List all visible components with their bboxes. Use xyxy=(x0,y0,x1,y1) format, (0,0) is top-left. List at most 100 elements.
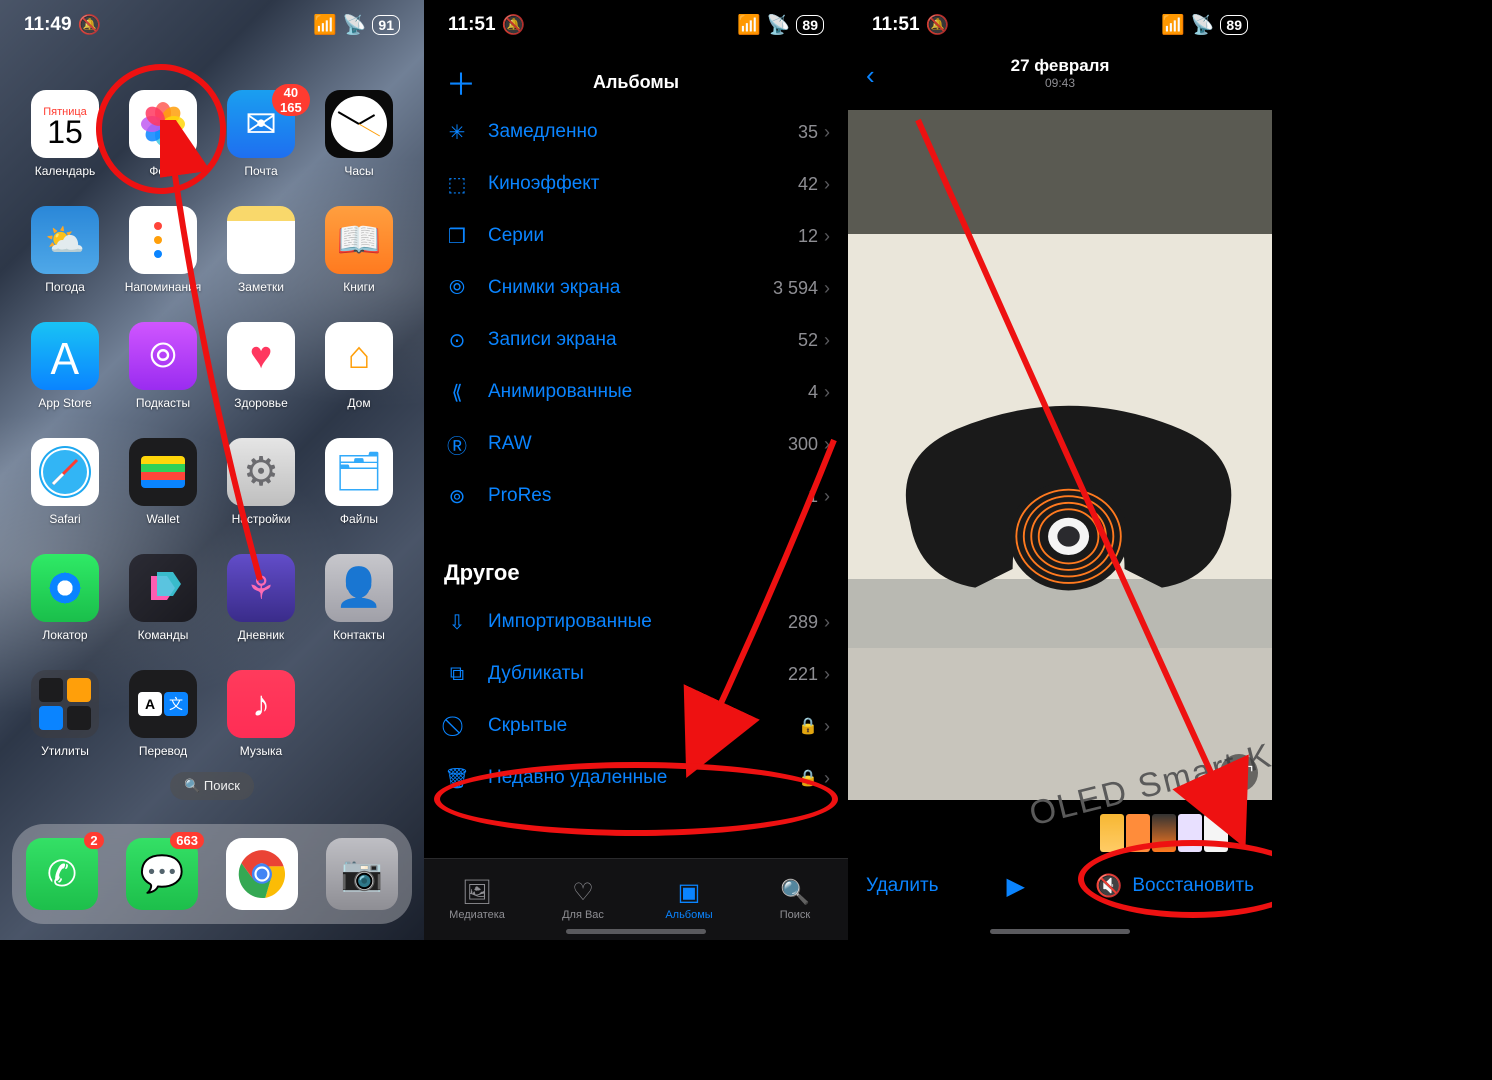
album-row-raw-icon[interactable]: Ⓡ RAW 300 › xyxy=(424,418,848,470)
lock-icon: 🔒 xyxy=(798,768,818,788)
app-utilities[interactable]: Утилиты xyxy=(16,670,114,758)
app-label: Команды xyxy=(138,628,189,642)
dock-phone[interactable]: ✆ 2 xyxy=(26,838,98,910)
album-row-screenshot-icon[interactable]: ⦾ Снимки экрана 3 594 › xyxy=(424,262,848,314)
cinematic-icon: ⬚ xyxy=(444,172,470,197)
app-journal[interactable]: ⚘Дневник xyxy=(212,554,310,642)
mute-button[interactable]: 🔇 xyxy=(1095,873,1122,899)
app-weather[interactable]: ⛅Погода xyxy=(16,206,114,294)
album-row-hidden-icon[interactable]: ⃠ Скрытые 🔒 › xyxy=(424,700,848,752)
album-row-animated-icon[interactable]: ⟪ Анимированные 4 › xyxy=(424,366,848,418)
badge-phone: 2 xyxy=(84,832,104,849)
thumbnail-strip[interactable] xyxy=(1100,814,1228,852)
album-label: Киноэффект xyxy=(488,173,798,195)
chevron-right-icon: › xyxy=(824,434,830,455)
album-label: Замедленно xyxy=(488,121,798,143)
home-indicator[interactable] xyxy=(990,929,1130,934)
mute-icon: 🔕 xyxy=(502,13,526,37)
animated-icon: ⟪ xyxy=(444,380,470,405)
album-label: Снимки экрана xyxy=(488,277,773,299)
duplicate-icon: ⧉ xyxy=(444,663,470,686)
spotlight-search[interactable]: 🔍 Поиск xyxy=(170,772,254,800)
app-home[interactable]: ⌂Дом xyxy=(310,322,408,410)
signal-icon: 📶 xyxy=(1161,13,1185,37)
album-label: Анимированные xyxy=(488,381,808,403)
album-count: 52 xyxy=(798,330,818,351)
photo-content[interactable]: OLED Smart Key ⌞☰⌝ xyxy=(848,110,1272,800)
album-label: ProRes xyxy=(488,485,808,507)
tab-label: Для Вас xyxy=(562,909,604,921)
app-findmy[interactable]: Локатор xyxy=(16,554,114,642)
app-appstore[interactable]: ＡApp Store xyxy=(16,322,114,410)
album-count: 289 xyxy=(788,612,818,633)
app-label: Контакты xyxy=(333,628,385,642)
wifi-icon: 📡 xyxy=(767,13,791,37)
app-files[interactable]: 🗂Файлы xyxy=(310,438,408,526)
album-row-trash-icon[interactable]: 🗑 Недавно удаленные 🔒 › xyxy=(424,752,848,804)
chevron-right-icon: › xyxy=(824,612,830,633)
tab-foryou[interactable]: ♡Для Вас xyxy=(530,859,636,940)
album-count: 35 xyxy=(798,122,818,143)
app-label: Дом xyxy=(347,396,370,410)
chevron-right-icon: › xyxy=(824,122,830,143)
album-row-prores-icon[interactable]: ⊚ ProRes 1 › xyxy=(424,470,848,522)
chevron-right-icon: › xyxy=(824,174,830,195)
app-contacts[interactable]: 👤Контакты xyxy=(310,554,408,642)
home-indicator[interactable] xyxy=(566,929,706,934)
album-row-import-icon[interactable]: ⇩ Импортированные 289 › xyxy=(424,596,848,648)
back-button[interactable]: ‹ xyxy=(866,60,875,91)
album-list[interactable]: ✳ Замедленно 35 › ⬚ Киноэффект 42 › ❒ Се… xyxy=(424,106,848,858)
app-wallet[interactable]: Wallet xyxy=(114,438,212,526)
album-row-duplicate-icon[interactable]: ⧉ Дубликаты 221 › xyxy=(424,648,848,700)
app-calendar[interactable]: Пятница15Календарь xyxy=(16,90,114,178)
photos-albums-screen: 11:51 🔕 📶 📡 89 ＋ Альбомы ✳ Замедленно 35… xyxy=(424,0,848,940)
app-shortcuts[interactable]: Команды xyxy=(114,554,212,642)
app-reminders[interactable]: Напоминания xyxy=(114,206,212,294)
dock-camera[interactable]: 📷 xyxy=(326,838,398,910)
app-label: Почта xyxy=(244,164,277,178)
wifi-icon: 📡 xyxy=(343,13,367,37)
app-label: Календарь xyxy=(35,164,96,178)
delete-button[interactable]: Удалить xyxy=(866,875,939,897)
tab-label: Альбомы xyxy=(665,909,712,921)
app-health[interactable]: ♥Здоровье xyxy=(212,322,310,410)
app-music[interactable]: ♪Музыка xyxy=(212,670,310,758)
album-label: RAW xyxy=(488,433,788,455)
tab-search[interactable]: 🔍Поиск xyxy=(742,859,848,940)
tab-albums[interactable]: ▣ Альбомы xyxy=(636,859,742,940)
app-label: Настройки xyxy=(232,512,291,526)
live-text-button[interactable]: ⌞☰⌝ xyxy=(1220,754,1258,792)
burst-icon: ❒ xyxy=(444,224,470,249)
dock-chrome[interactable] xyxy=(226,838,298,910)
app-settings[interactable]: ⚙Настройки xyxy=(212,438,310,526)
app-label: Wallet xyxy=(147,512,180,526)
photo-date: 27 февраля xyxy=(848,56,1272,76)
app-label: Здоровье xyxy=(234,396,288,410)
album-count: 4 xyxy=(808,382,818,403)
app-clock[interactable]: Часы xyxy=(310,90,408,178)
albums-icon: ▣ xyxy=(678,878,701,907)
app-label: Часы xyxy=(344,164,373,178)
app-safari[interactable]: Safari xyxy=(16,438,114,526)
app-photos[interactable]: Фото xyxy=(114,90,212,178)
app-translate[interactable]: A文Перевод xyxy=(114,670,212,758)
restore-button[interactable]: Восстановить xyxy=(1132,875,1254,897)
tab-library[interactable]: 🖼Медиатека xyxy=(424,859,530,940)
album-row-burst-icon[interactable]: ❒ Серии 12 › xyxy=(424,210,848,262)
album-row-screenrec-icon[interactable]: ⊙ Записи экрана 52 › xyxy=(424,314,848,366)
album-count: 221 xyxy=(788,664,818,685)
dock-messages[interactable]: 💬 663 xyxy=(126,838,198,910)
chevron-right-icon: › xyxy=(824,716,830,737)
app-notes[interactable]: Заметки xyxy=(212,206,310,294)
album-label: Серии xyxy=(488,225,798,247)
status-time: 11:51 xyxy=(872,14,920,36)
album-row-slowmo-icon[interactable]: ✳ Замедленно 35 › xyxy=(424,106,848,158)
play-button[interactable]: ▶ xyxy=(1007,872,1025,901)
screenshot-icon: ⦾ xyxy=(444,277,470,300)
album-row-cinematic-icon[interactable]: ⬚ Киноэффект 42 › xyxy=(424,158,848,210)
album-label: Импортированные xyxy=(488,611,788,633)
tab-bar: 🖼Медиатека♡Для Вас ▣ Альбомы 🔍Поиск xyxy=(424,858,848,940)
app-books[interactable]: 📖Книги xyxy=(310,206,408,294)
app-mail[interactable]: ✉40 165Почта xyxy=(212,90,310,178)
app-podcasts[interactable]: ⦾Подкасты xyxy=(114,322,212,410)
